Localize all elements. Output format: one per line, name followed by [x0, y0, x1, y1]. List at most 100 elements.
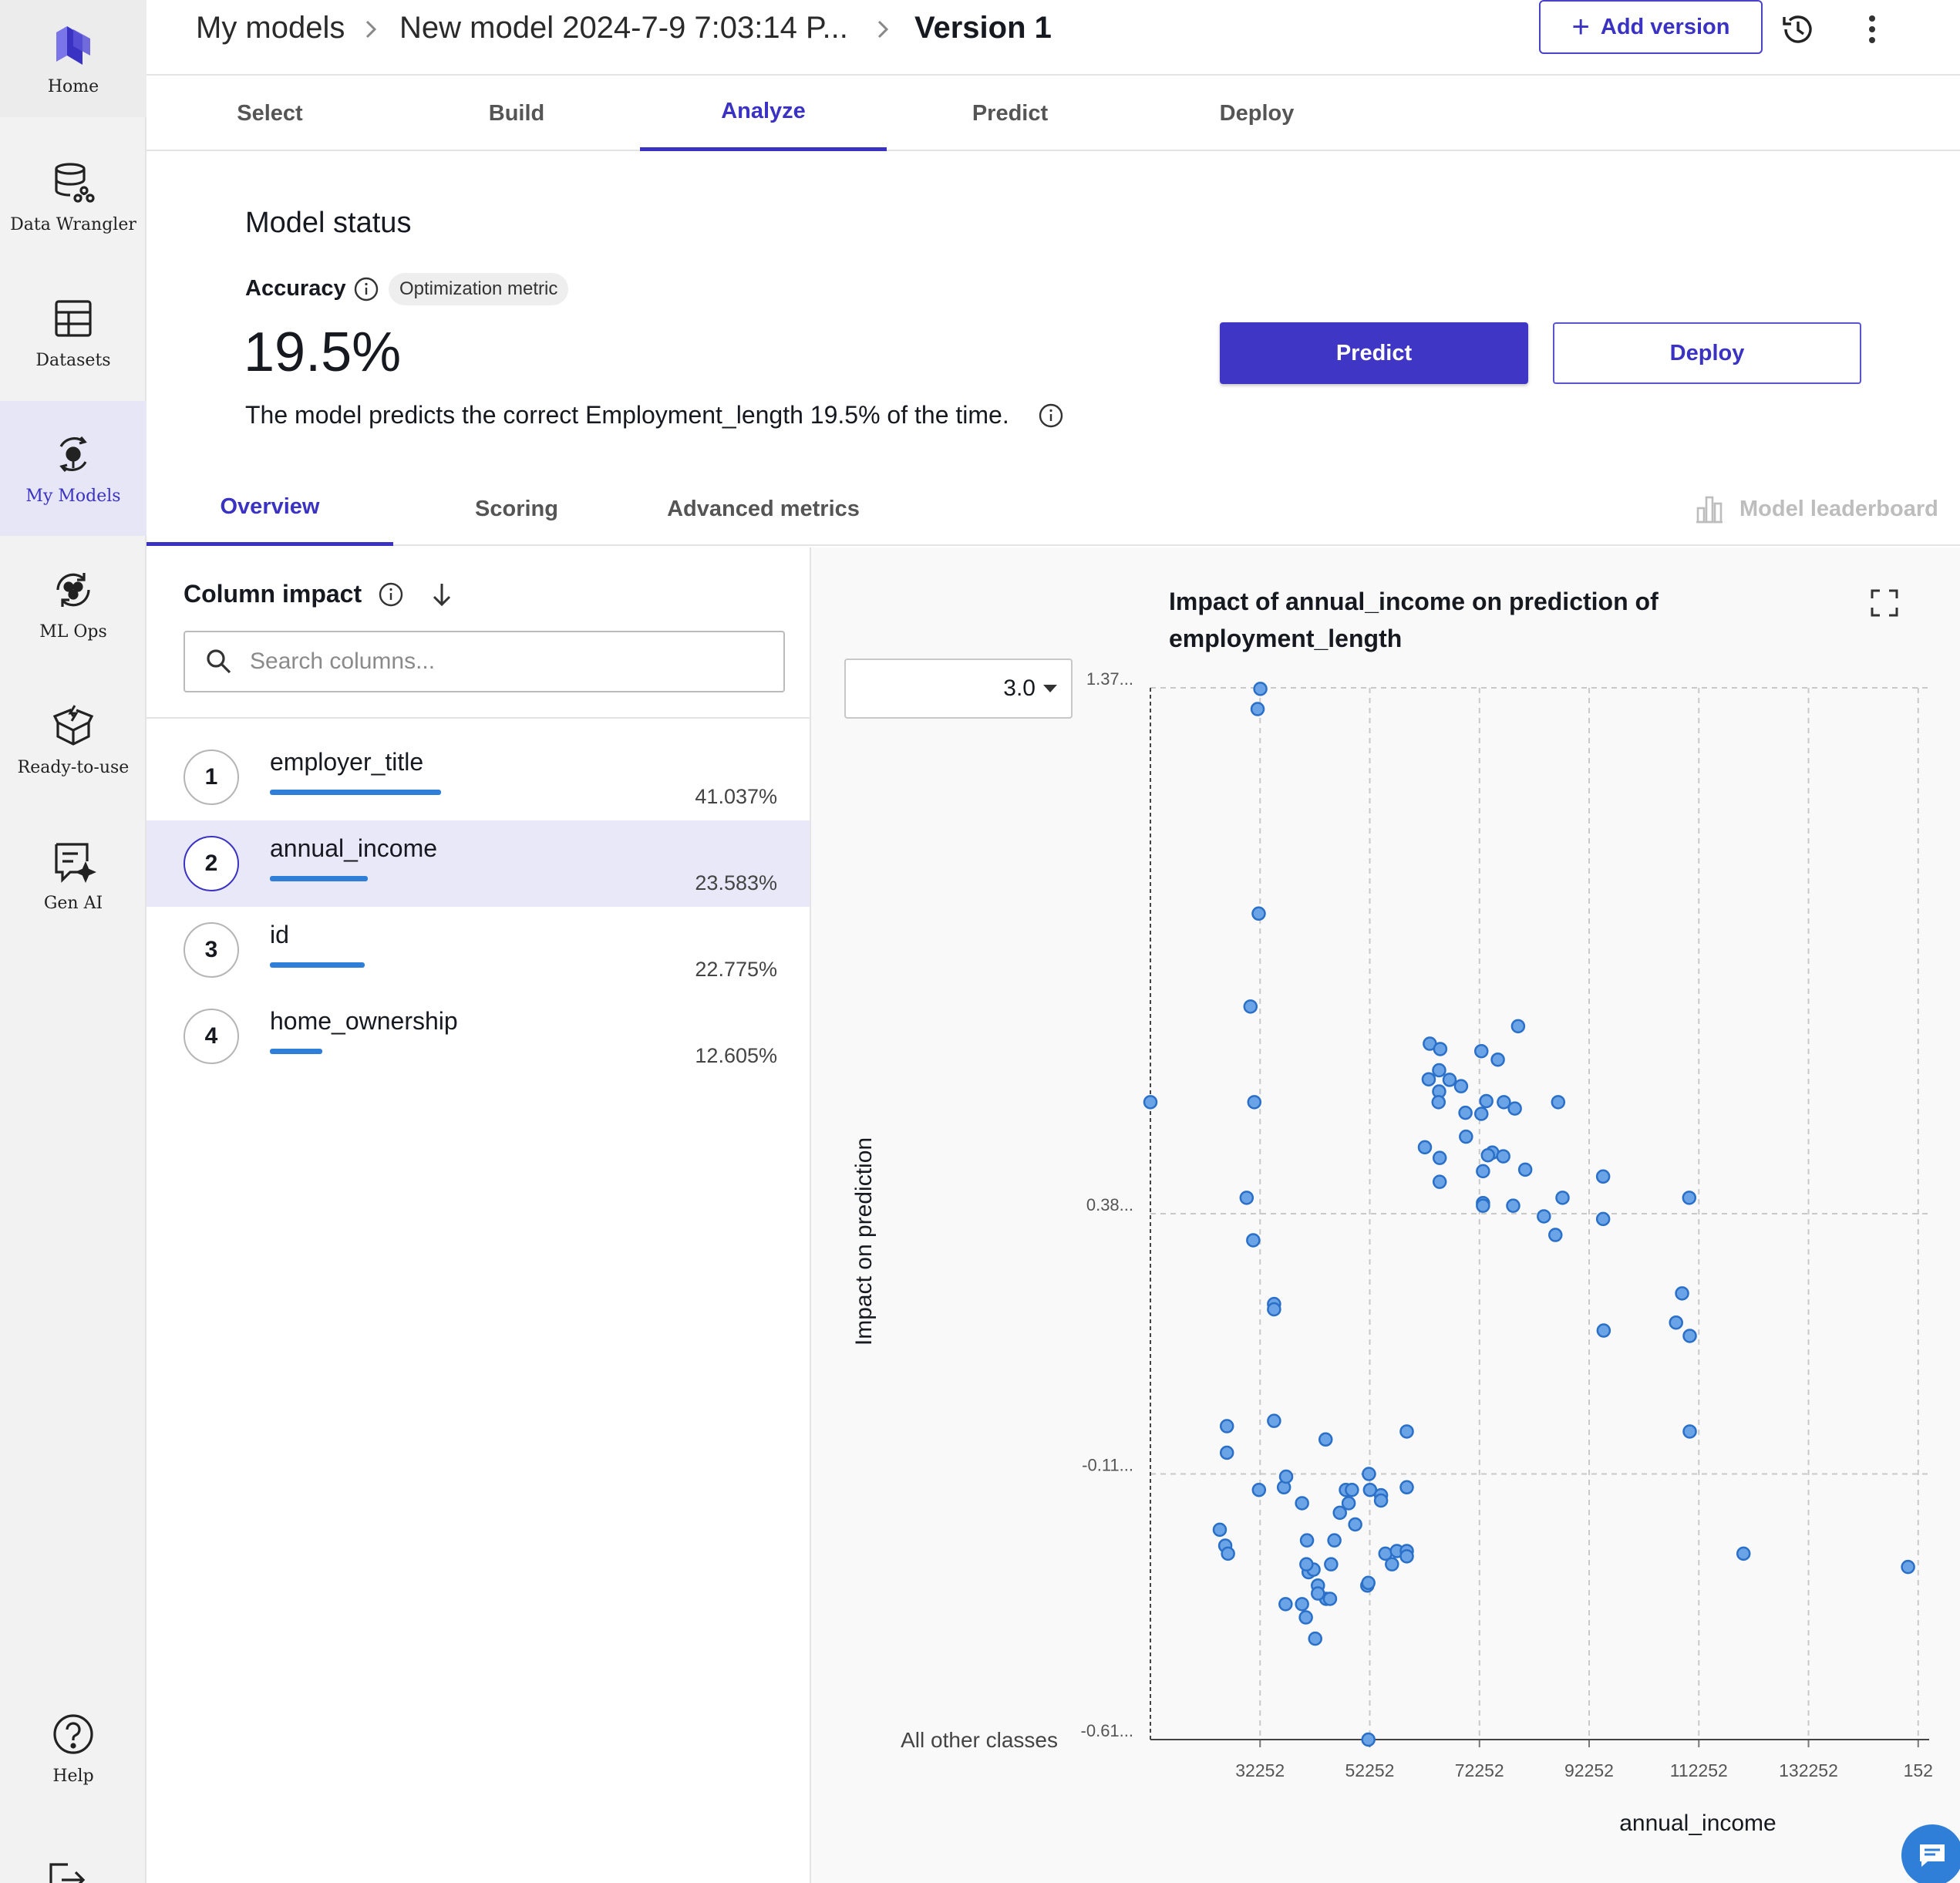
scatter-point: [1682, 1329, 1697, 1343]
y-axis-label: Impact on prediction: [851, 1137, 877, 1346]
sidebar: Home Data Wrangler Datasets My Models ML…: [0, 0, 146, 1883]
y-tick-label: -0.11...: [1082, 1456, 1133, 1475]
rank-badge: 2: [184, 836, 239, 891]
scatter-point: [1399, 1480, 1414, 1495]
sidebar-item-logout[interactable]: [45, 1858, 88, 1883]
sidebar-item-ml-ops[interactable]: ML Ops: [0, 537, 146, 672]
tab-analyze[interactable]: Analyze: [640, 76, 887, 151]
column-name: home_ownership: [270, 1007, 458, 1035]
breadcrumb-my-models[interactable]: My models: [196, 11, 345, 45]
scatter-point: [1442, 1073, 1457, 1087]
y-tick-label: 1.37...: [1086, 669, 1133, 689]
scatter-point: [1459, 1129, 1473, 1144]
scatter-point: [1510, 1019, 1526, 1034]
sidebar-item-home[interactable]: Home: [0, 0, 146, 117]
add-version-button[interactable]: + Add version: [1539, 0, 1763, 54]
tab-overview[interactable]: Overview: [146, 472, 393, 546]
column-name: employer_title: [270, 748, 424, 776]
accuracy-label: Accuracy: [245, 276, 346, 301]
x-tick-label: 32252: [1235, 1760, 1285, 1780]
column-impact-panel: Column impact 1 employer_title 41.037% 2…: [146, 547, 811, 1883]
help-icon: [53, 1714, 93, 1754]
column-impact-row[interactable]: 4 home_ownership 12.605%: [146, 993, 810, 1080]
column-impact-row[interactable]: 3 id 22.775%: [146, 907, 810, 993]
tab-build[interactable]: Build: [393, 76, 640, 151]
scatter-point: [1596, 1323, 1611, 1338]
table-icon: [55, 300, 92, 337]
accuracy-description: The model predicts the correct Employmen…: [245, 401, 1009, 429]
scatter-point: [1480, 1147, 1496, 1163]
scatter-point: [1251, 906, 1266, 921]
optimization-metric-badge: Optimization metric: [389, 273, 569, 305]
tab-advanced-metrics[interactable]: Advanced metrics: [640, 472, 887, 546]
scatter-point: [1473, 1107, 1489, 1121]
sidebar-item-label: Home: [47, 76, 99, 96]
scatter-point: [1548, 1228, 1563, 1242]
sidebar-item-label: My Models: [25, 487, 121, 506]
impact-percentage: 41.037%: [695, 785, 777, 808]
more-options-button[interactable]: [1851, 8, 1894, 51]
scatter-point: [1239, 1191, 1254, 1205]
scatter-chart: 32252 52252 72252 92252 112252 132252 152 1.37.…: [851, 669, 1933, 1836]
scatter-point: [1453, 1079, 1469, 1093]
history-icon: [1783, 15, 1812, 43]
predict-button[interactable]: Predict: [1220, 322, 1528, 384]
sidebar-item-label: Datasets: [35, 351, 111, 370]
scatter-point: [1506, 1198, 1521, 1213]
breadcrumb-model[interactable]: New model 2024-7-9 7:03:14 P...: [399, 11, 848, 45]
scatter-point: [1555, 1191, 1570, 1205]
scatter-point: [1143, 1095, 1158, 1110]
info-icon[interactable]: [353, 276, 379, 302]
sidebar-item-my-models[interactable]: My Models: [0, 401, 146, 536]
info-icon[interactable]: [1038, 403, 1064, 429]
tab-scoring[interactable]: Scoring: [393, 472, 640, 546]
scatter-point: [1212, 1522, 1228, 1538]
scatter-point: [1682, 1191, 1697, 1205]
column-impact-row[interactable]: 1 employer_title 41.037%: [146, 734, 810, 820]
scatter-point: [1432, 1174, 1447, 1189]
search-icon: [207, 649, 231, 674]
sidebar-item-data-wrangler[interactable]: Data Wrangler: [0, 130, 146, 264]
scatter-point: [1421, 1072, 1436, 1086]
sidebar-item-label: Gen AI: [43, 894, 103, 913]
scatter-point: [1595, 1211, 1611, 1227]
info-icon[interactable]: [378, 581, 404, 608]
accuracy-value: 19.5%: [244, 322, 402, 383]
y-tick-label: -0.61...: [1081, 1721, 1133, 1740]
scatter-point: [1473, 1043, 1489, 1059]
ml-ops-icon: [56, 573, 90, 607]
impact-bar: [270, 790, 441, 795]
model-leaderboard-button[interactable]: Model leaderboard: [1693, 472, 1938, 546]
chevron-right-icon: [365, 20, 377, 39]
scatter-point: [1476, 1164, 1490, 1179]
sidebar-item-gen-ai[interactable]: Gen AI: [0, 808, 146, 943]
deploy-button[interactable]: Deploy: [1553, 322, 1861, 384]
chat-support-button[interactable]: [1901, 1824, 1960, 1883]
scatter-point: [1432, 1150, 1447, 1165]
history-button[interactable]: [1776, 8, 1820, 51]
scatter-point: [1507, 1101, 1522, 1116]
sidebar-item-ready-to-use[interactable]: Ready-to-use: [0, 672, 146, 807]
search-columns-box: [184, 631, 785, 692]
database-icon: [55, 163, 95, 203]
x-tick-label: 52252: [1345, 1760, 1395, 1780]
sidebar-item-help[interactable]: Help: [0, 1681, 146, 1816]
bar-chart-icon: [1696, 496, 1723, 524]
sidebar-item-datasets[interactable]: Datasets: [0, 265, 146, 400]
scatter-point: [1295, 1496, 1309, 1511]
sort-descending-icon[interactable]: [427, 580, 456, 609]
tab-select[interactable]: Select: [146, 76, 393, 151]
impact-percentage: 23.583%: [695, 871, 777, 894]
scatter-point: [1476, 1198, 1490, 1213]
models-icon: [59, 436, 87, 473]
search-columns-input[interactable]: [250, 648, 774, 675]
sidebar-item-label: Ready-to-use: [17, 758, 130, 777]
impact-percentage: 12.605%: [695, 1044, 777, 1067]
scatter-point: [1458, 1105, 1473, 1120]
tab-deploy[interactable]: Deploy: [1133, 76, 1380, 151]
tab-predict[interactable]: Predict: [887, 76, 1133, 151]
scatter-point: [1299, 1557, 1314, 1571]
column-impact-row[interactable]: 2 annual_income 23.583%: [146, 820, 810, 907]
scatter-point: [1399, 1549, 1414, 1564]
workflow-tabs: Select Build Analyze Predict Deploy: [146, 76, 1960, 151]
